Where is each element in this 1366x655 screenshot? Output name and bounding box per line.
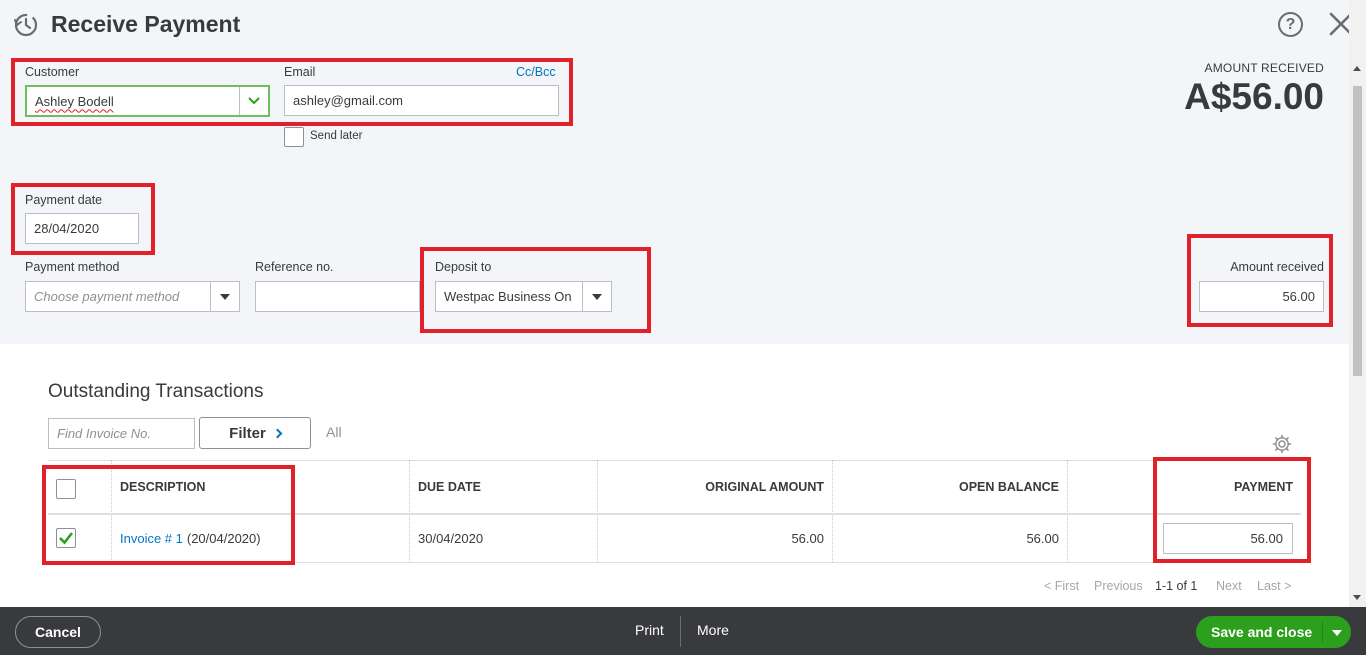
save-options-caret-icon[interactable] [1332,630,1342,636]
payment-method-dropdown-button[interactable] [210,282,239,311]
payment-method-placeholder: Choose payment method [34,289,180,304]
highlight-box-deposit-to [420,247,651,333]
amount-received-caption: AMOUNT RECEIVED [1204,61,1324,75]
highlight-box-invoice-row [42,465,295,565]
filter-label: Filter [229,424,266,442]
print-button[interactable]: Print [635,622,664,638]
save-and-close-button[interactable]: Save and close [1196,616,1351,648]
outstanding-title: Outstanding Transactions [48,381,264,402]
reference-no-label: Reference no. [255,260,334,274]
column-divider [832,460,833,562]
footer-bar [0,607,1366,655]
payment-method-label: Payment method [25,260,120,274]
payment-method-select[interactable]: Choose payment method [25,281,240,312]
find-invoice-placeholder: Find Invoice No. [57,426,151,441]
amount-received-total: A$56.00 [1184,76,1324,117]
column-divider [1067,460,1068,562]
save-and-close-label: Save and close [1211,624,1313,640]
more-button[interactable]: More [697,622,729,638]
send-later-label: Send later [310,130,363,142]
pagination-last[interactable]: Last > [1257,579,1291,593]
pagination-range: 1-1 of 1 [1155,579,1198,593]
column-divider [409,460,410,562]
chevron-right-icon [272,428,283,438]
caret-down-icon [220,293,230,300]
send-later-checkbox[interactable] [284,127,304,147]
row-original-amount: 56.00 [791,530,824,546]
highlight-box-payment-column [1153,457,1311,563]
scroll-up-icon[interactable] [1353,66,1361,71]
save-split-divider [1322,622,1323,642]
scrollbar-thumb[interactable] [1353,86,1362,376]
filter-button[interactable]: Filter [199,417,311,449]
footer-divider [680,616,681,647]
pagination-previous[interactable]: Previous [1094,579,1143,593]
reference-no-field[interactable] [255,281,420,312]
column-header-original-amount[interactable]: ORIGINAL AMOUNT [600,461,824,513]
highlight-box-amount-received [1187,234,1333,327]
cancel-button[interactable]: Cancel [15,616,101,648]
row-due-date: 30/04/2020 [418,530,484,546]
highlight-box-customer-email [11,58,573,126]
highlight-box-payment-date [11,183,155,255]
column-divider [597,460,598,562]
column-header-due-date[interactable]: DUE DATE [418,461,481,513]
page-title: Receive Payment [51,11,241,37]
scroll-down-icon[interactable] [1353,595,1361,600]
find-invoice-input[interactable]: Find Invoice No. [48,418,195,449]
gear-icon[interactable] [1272,434,1292,454]
row-open-balance: 56.00 [1026,530,1059,546]
column-header-open-balance[interactable]: OPEN BALANCE [836,461,1059,513]
help-icon[interactable]: ? [1278,12,1303,37]
pagination-first[interactable]: < First [1044,579,1079,593]
history-icon[interactable] [12,11,40,39]
pagination-next[interactable]: Next [1216,579,1242,593]
all-filter-label: All [326,424,342,440]
